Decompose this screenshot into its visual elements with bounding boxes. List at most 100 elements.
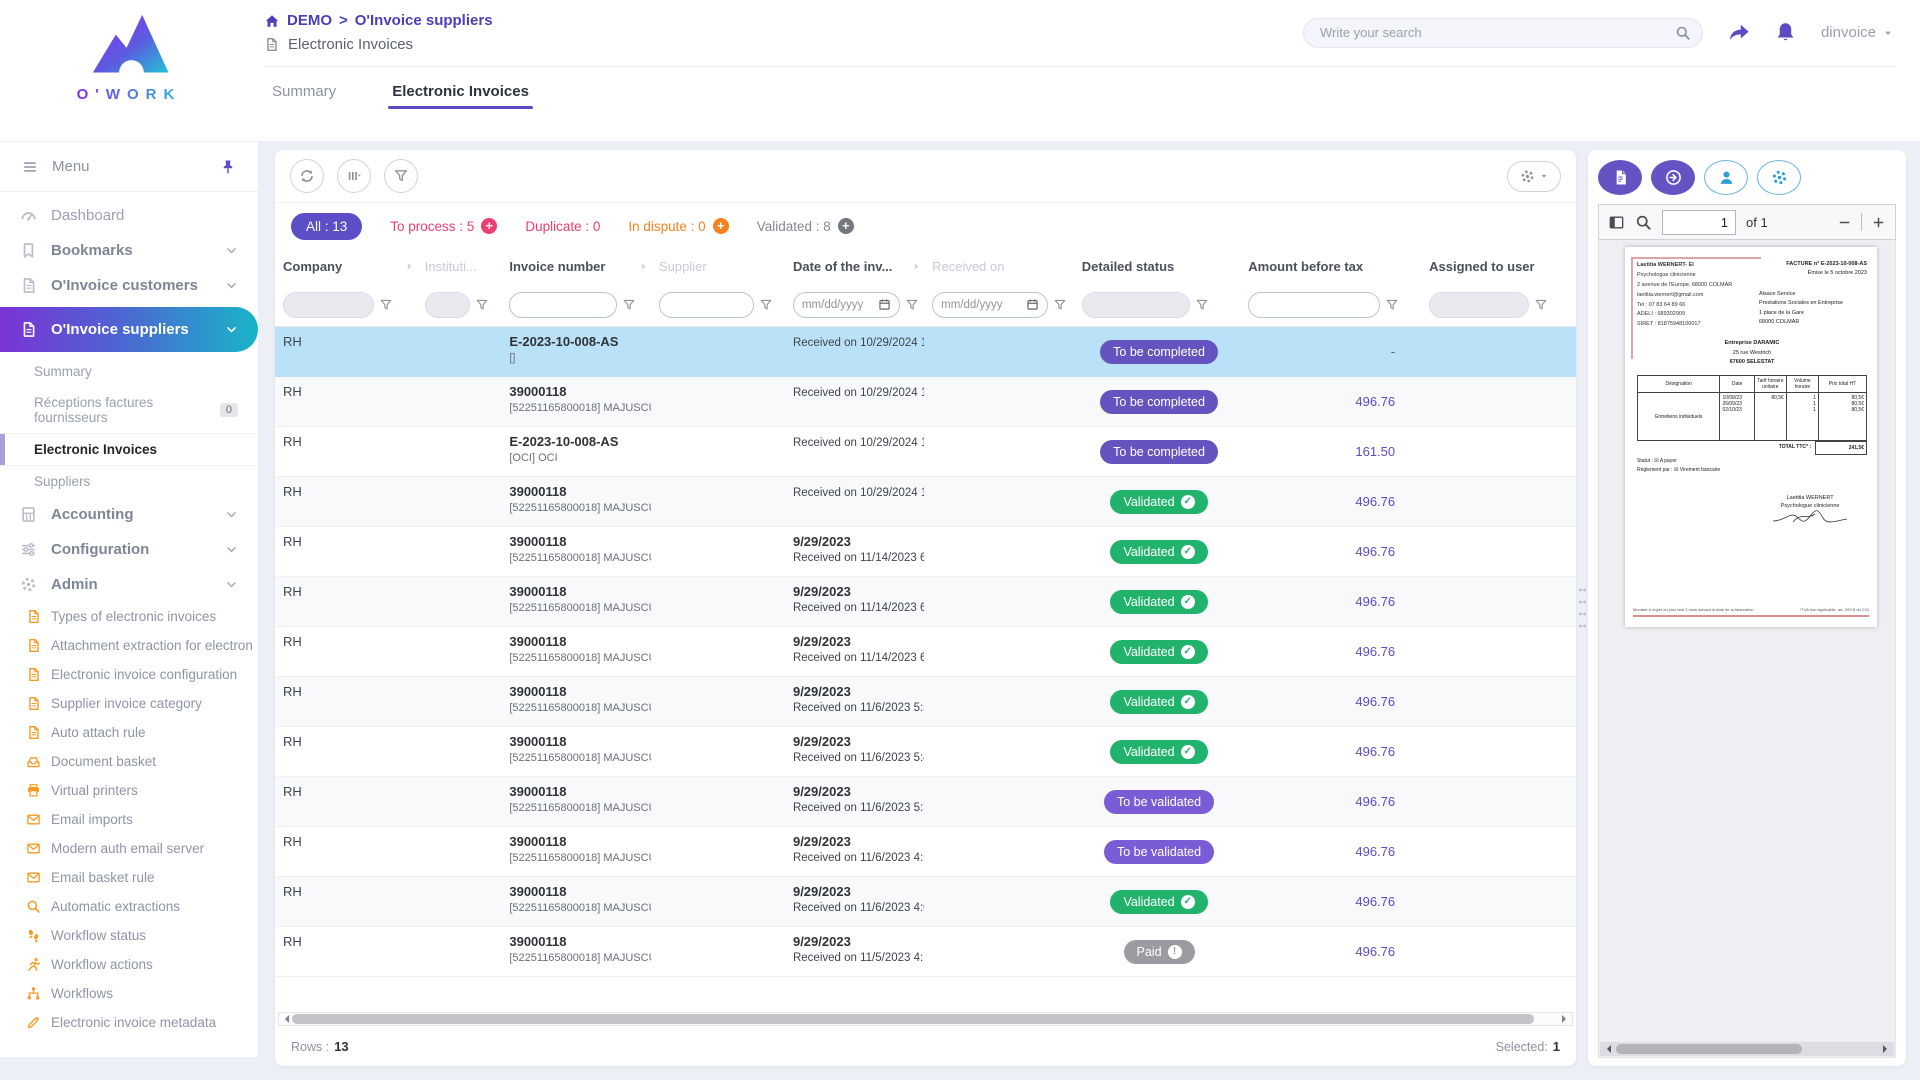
sidebar-item-admin[interactable]: Admin (0, 567, 258, 602)
column-header-amount-before-tax[interactable]: Amount before tax (1240, 259, 1421, 274)
columns-button[interactable] (337, 159, 371, 193)
pdf-scrollbar-thumb[interactable] (1616, 1044, 1802, 1054)
amount-link[interactable]: 496.76 (1355, 944, 1395, 959)
table-row[interactable]: RH39000118[52251165800018] MAJUSCULE9/29… (275, 577, 1576, 627)
amount-link[interactable]: 496.76 (1355, 594, 1395, 609)
amount-link[interactable]: 496.76 (1355, 644, 1395, 659)
filter-button[interactable] (384, 159, 418, 193)
amount-link[interactable]: 496.76 (1355, 494, 1395, 509)
amount-link[interactable]: 496.76 (1355, 744, 1395, 759)
table-row[interactable]: RH39000118[52251165800018] MAJUSCULE9/29… (275, 877, 1576, 927)
date-filter-input[interactable]: mm/dd/yyyy (932, 292, 1048, 318)
plus-circle-icon[interactable]: + (481, 218, 497, 234)
column-header-received-on[interactable]: Received on (924, 259, 1074, 274)
amount-link[interactable]: 496.76 (1355, 394, 1395, 409)
filter-input[interactable] (283, 292, 374, 318)
column-header-invoice-number[interactable]: Invoice number (501, 259, 651, 274)
sidebar-item-supplier-invoice-category[interactable]: Supplier invoice category (0, 689, 258, 718)
panel-resize-handle[interactable] (1576, 150, 1588, 1066)
page-number-input[interactable] (1662, 210, 1736, 235)
user-menu[interactable]: dinvoice (1821, 24, 1894, 41)
amount-link[interactable]: 496.76 (1355, 544, 1395, 559)
assign-user-button[interactable] (1704, 160, 1748, 195)
amount-link[interactable]: 496.76 (1355, 694, 1395, 709)
sidebar-item-modern-auth-email-server[interactable]: Modern auth email server (0, 834, 258, 863)
table-row[interactable]: RH39000118[52251165800018] MAJUSCULE9/29… (275, 777, 1576, 827)
column-header-assigned-to-user[interactable]: Assigned to user (1421, 259, 1576, 274)
sidebar-item-summary[interactable]: Summary (0, 356, 258, 387)
column-header-date-of-the-inv[interactable]: Date of the inv... (785, 259, 924, 274)
pdf-search-icon[interactable] (1635, 214, 1652, 231)
amount-link[interactable]: 496.76 (1355, 844, 1395, 859)
filter-input[interactable] (659, 292, 754, 318)
amount-link[interactable]: 161.50 (1355, 444, 1395, 459)
search-input[interactable] (1303, 18, 1703, 48)
horizontal-scrollbar[interactable] (278, 1012, 1573, 1026)
menu-toggle-button[interactable] (22, 159, 38, 175)
column-header-supplier[interactable]: Supplier (651, 259, 785, 274)
filter-input[interactable] (1248, 292, 1380, 318)
sidebar-item-o-invoice-suppliers[interactable]: O'Invoice suppliers (0, 307, 258, 352)
sidebar-item-workflow-actions[interactable]: Workflow actions (0, 950, 258, 979)
pdf-scroll-right-arrow[interactable] (1883, 1045, 1891, 1053)
sidebar-item-virtual-printers[interactable]: Virtual printers (0, 776, 258, 805)
sidebar-item-types-of-electronic-invoices[interactable]: Types of electronic invoices (0, 602, 258, 631)
sidebar-toggle-icon[interactable] (1608, 214, 1625, 231)
sidebar-item-o-invoice-customers[interactable]: O'Invoice customers (0, 268, 258, 303)
sidebar-item-workflows[interactable]: Workflows (0, 979, 258, 1008)
table-row[interactable]: RH39000118[52251165800018] MAJUSCULE9/29… (275, 827, 1576, 877)
search-icon[interactable] (1675, 25, 1691, 41)
table-row[interactable]: RH39000118[52251165800018] MAJUSCULE9/29… (275, 677, 1576, 727)
scroll-left-arrow[interactable] (281, 1015, 289, 1023)
preview-settings-button[interactable] (1757, 160, 1801, 195)
table-row[interactable]: RH39000118[52251165800018] MAJUSCULE9/29… (275, 927, 1576, 977)
filter-input[interactable] (1082, 292, 1190, 318)
sidebar-item-r-ceptions-factures-fournisseurs[interactable]: Réceptions factures fournisseurs0 (0, 387, 258, 433)
date-filter-input[interactable]: mm/dd/yyyy (793, 292, 900, 318)
open-invoice-button[interactable] (1651, 160, 1695, 195)
table-row[interactable]: RH39000118[52251165800018] MAJUSCULERece… (275, 377, 1576, 427)
tab-electronic-invoices[interactable]: Electronic Invoices (392, 67, 529, 115)
plus-circle-icon[interactable]: + (713, 218, 729, 234)
sidebar-item-dashboard[interactable]: Dashboard (0, 198, 258, 233)
sidebar-item-email-imports[interactable]: Email imports (0, 805, 258, 834)
sidebar-item-suppliers[interactable]: Suppliers (0, 466, 258, 497)
sidebar-item-automatic-extractions[interactable]: Automatic extractions (0, 892, 258, 921)
sidebar-item-attachment-extraction-for-electron[interactable]: Attachment extraction for electron (0, 631, 258, 660)
table-settings-button[interactable] (1507, 161, 1561, 192)
filter-tab-to-process[interactable]: To process : 5+ (390, 218, 497, 234)
sidebar-item-auto-attach-rule[interactable]: Auto attach rule (0, 718, 258, 747)
sidebar-item-electronic-invoice-metadata[interactable]: Electronic invoice metadata (0, 1008, 258, 1037)
zoom-out-icon[interactable] (1837, 215, 1852, 230)
table-row[interactable]: RHE-2023-10-008-AS[OCI] OCIReceived on 1… (275, 427, 1576, 477)
share-button[interactable] (1727, 21, 1750, 44)
amount-link[interactable]: 496.76 (1355, 794, 1395, 809)
pdf-scroll-left-arrow[interactable] (1603, 1045, 1611, 1053)
breadcrumb-home[interactable]: DEMO (287, 12, 332, 29)
sidebar-item-electronic-invoices[interactable]: Electronic Invoices (0, 433, 258, 466)
sidebar-item-configuration[interactable]: Configuration (0, 532, 258, 567)
zoom-in-icon[interactable] (1871, 215, 1886, 230)
refresh-button[interactable] (290, 159, 324, 193)
table-row[interactable]: RHE-2023-10-008-AS[]Received on 10/29/20… (275, 327, 1576, 377)
filter-input[interactable] (1429, 292, 1529, 318)
sidebar-item-electronic-invoice-configuration[interactable]: Electronic invoice configuration (0, 660, 258, 689)
table-row[interactable]: RH39000118[52251165800018] MAJUSCULE9/29… (275, 727, 1576, 777)
sidebar-item-workflow-status[interactable]: Workflow status (0, 921, 258, 950)
download-pdf-button[interactable] (1598, 160, 1642, 195)
scrollbar-thumb[interactable] (292, 1014, 1534, 1024)
filter-tab-all[interactable]: All : 13 (291, 213, 362, 240)
table-row[interactable]: RH39000118[52251165800018] MAJUSCULERece… (275, 477, 1576, 527)
filter-tab-validated[interactable]: Validated : 8+ (757, 218, 854, 234)
sidebar-item-email-basket-rule[interactable]: Email basket rule (0, 863, 258, 892)
pdf-horizontal-scrollbar[interactable] (1600, 1042, 1894, 1056)
sidebar-item-document-basket[interactable]: Document basket (0, 747, 258, 776)
filter-tab-in-dispute[interactable]: In dispute : 0+ (628, 218, 728, 234)
sidebar-item-accounting[interactable]: Accounting (0, 497, 258, 532)
filter-tab-duplicate[interactable]: Duplicate : 0 (525, 219, 600, 234)
tab-summary[interactable]: Summary (272, 67, 336, 115)
column-header-detailed-status[interactable]: Detailed status (1074, 259, 1241, 274)
notifications-button[interactable] (1774, 21, 1797, 44)
amount-link[interactable]: 496.76 (1355, 894, 1395, 909)
sidebar-item-bookmarks[interactable]: Bookmarks (0, 233, 258, 268)
